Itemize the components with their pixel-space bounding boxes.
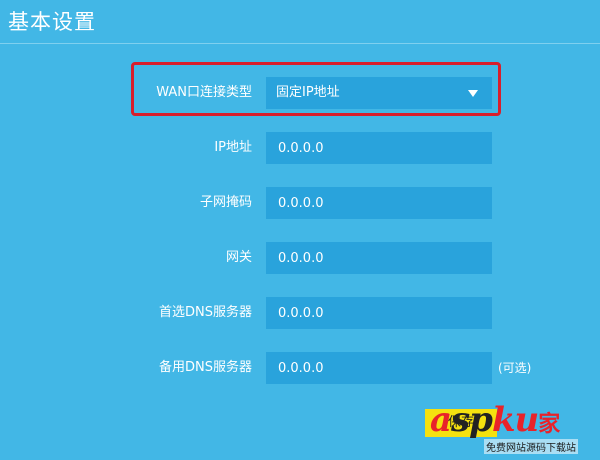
primary-dns-row: 首选DNS服务器 [0, 297, 600, 329]
wan-type-highlight [131, 62, 501, 116]
watermark-sp: sp [451, 400, 493, 440]
watermark-ku: ku [491, 400, 539, 440]
primary-dns-input[interactable] [266, 297, 492, 329]
secondary-dns-label: 备用DNS服务器 [159, 360, 252, 375]
watermark-logo: aspku家 [430, 400, 560, 444]
watermark-a: a [430, 400, 452, 440]
ip-address-row: IP地址 [0, 132, 600, 164]
optional-note: (可选) [498, 361, 532, 375]
gateway-input[interactable] [266, 242, 492, 274]
gateway-label: 网关 [225, 250, 252, 265]
subnet-mask-input[interactable] [266, 187, 492, 219]
page-title: 基本设置 [8, 10, 96, 34]
secondary-dns-row: 备用DNS服务器 (可选) [0, 352, 600, 384]
primary-dns-label: 首选DNS服务器 [159, 305, 252, 320]
watermark-jia: 家 [538, 411, 560, 437]
gateway-row: 网关 [0, 242, 600, 274]
subnet-mask-label: 子网掩码 [199, 195, 252, 210]
secondary-dns-input[interactable] [266, 352, 492, 384]
ip-address-input[interactable] [266, 132, 492, 164]
watermark-subtitle: 免费网站源码下载站 [484, 439, 578, 454]
title-divider [0, 43, 600, 44]
ip-address-label: IP地址 [214, 140, 252, 155]
site-watermark: aspku家 免费网站源码下载站 [430, 400, 598, 458]
subnet-mask-row: 子网掩码 [0, 187, 600, 219]
